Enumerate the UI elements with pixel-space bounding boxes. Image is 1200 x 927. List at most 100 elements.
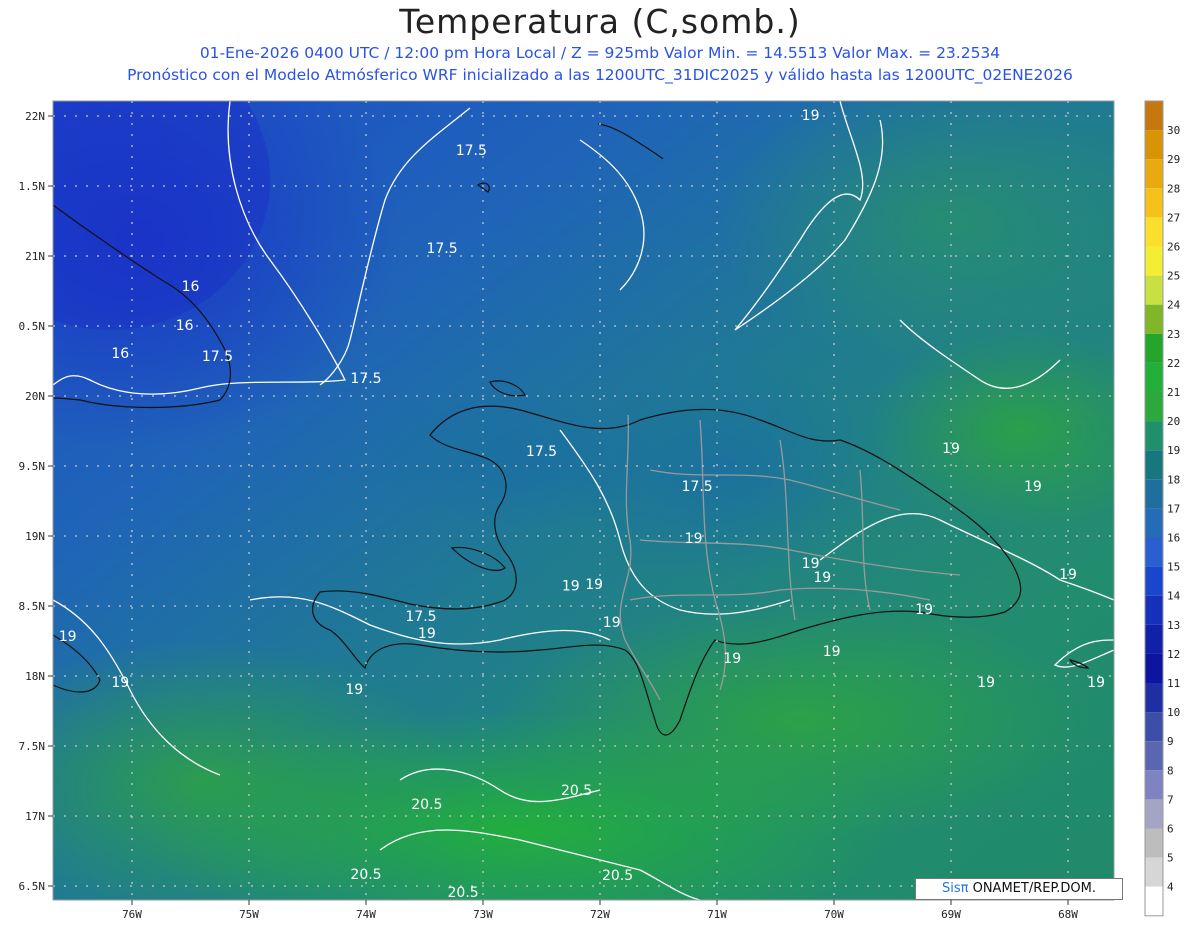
contour-label: 17.5 [426,241,457,257]
contour-label: 16 [176,318,194,334]
contour-label: 16 [182,279,200,295]
colorbar-tick-label: 11 [1167,677,1180,690]
contour-label: 20.5 [411,797,442,813]
lat-tick-label: 22N [25,110,45,123]
lon-tick-label: 75W [239,908,259,921]
colorbar-swatch [1145,537,1163,567]
contour-label: 19 [1024,479,1042,495]
colorbar-tick-label: 20 [1167,415,1180,428]
colorbar-swatch [1145,624,1163,654]
credit-box: Sisπ ONAMET/REP.DOM. [915,878,1123,900]
contour-label: 19 [942,441,960,457]
colorbar-swatch [1145,362,1163,392]
lat-tick-label: 21N [25,250,45,263]
colorbar-swatch [1145,857,1163,887]
lat-tick-label: 6.5N [19,880,46,893]
colorbar-tick-label: 6 [1167,823,1174,836]
colorbar-tick-label: 4 [1167,881,1174,894]
colorbar-swatch [1145,246,1163,276]
colorbar-tick-label: 17 [1167,502,1180,515]
lat-tick-label: 17N [25,810,45,823]
colorbar-swatch [1145,741,1163,771]
contour-label: 20.5 [448,885,479,901]
colorbar-tick-label: 26 [1167,241,1180,254]
colorbar-swatch [1145,421,1163,451]
contour-label: 19 [685,531,703,547]
colorbar-tick-label: 13 [1167,619,1180,632]
colorbar-tick-label: 16 [1167,532,1180,545]
colorbar-tick-label: 23 [1167,328,1180,341]
contour-label: 19 [111,675,129,691]
lon-tick-label: 71W [707,908,727,921]
colorbar-tick-label: 28 [1167,182,1180,195]
colorbar-swatch [1145,304,1163,334]
contour-label: 19 [1059,567,1077,583]
contour-label: 19 [585,577,603,593]
temperature-colorbar: 30 29 28 27 26 25 24 23 22 21 20 19 18 17 16 15 14 13 12 11… [1144,100,1181,917]
colorbar-tick-label: 10 [1167,706,1180,719]
contour-label: 19 [823,644,841,660]
colorbar-swatch [1145,828,1163,858]
lat-tick-label: 7.5N [19,740,46,753]
contour-label: 19 [418,626,436,642]
colorbar-tick-label: 7 [1167,793,1174,806]
contour-label: 19 [977,675,995,691]
colorbar-swatch [1145,159,1163,189]
colorbar-tick-label: 21 [1167,386,1180,399]
longitude-axis: 76W 75W 74W 73W 72W 71W 70W 69W 68W [122,900,1078,921]
contour-label: 19 [723,651,741,667]
colorbar-tick-label: 25 [1167,270,1180,283]
colorbar-tick-label: 14 [1167,590,1181,603]
colorbar-swatch [1145,508,1163,538]
contour-label: 19 [802,108,820,124]
contour-label: 16 [111,346,129,362]
contour-label: 19 [603,615,621,631]
contour-label: 17.5 [405,609,436,625]
contour-label: 17.5 [682,479,713,495]
colorbar-swatch [1145,683,1163,713]
colorbar-swatch [1145,799,1163,829]
contour-label: 17.5 [526,444,557,460]
contour-label: 19 [1087,675,1105,691]
colorbar-tick-label: 15 [1167,561,1180,574]
lon-tick-label: 70W [824,908,844,921]
colorbar-swatch [1145,712,1163,742]
contour-label: 20.5 [350,867,381,883]
colorbar-swatch [1145,333,1163,363]
contour-label: 17.5 [350,371,381,387]
lon-tick-label: 74W [356,908,376,921]
contour-label: 20.5 [561,783,592,799]
contour-label: 17.5 [202,349,233,365]
colorbar-swatch [1145,188,1163,218]
contour-label: 19 [915,602,933,618]
lat-tick-label: 0.5N [19,320,46,333]
lat-tick-label: 18N [25,670,45,683]
colorbar-swatch [1145,566,1163,596]
contour-label: 19 [59,629,77,645]
lat-tick-label: 8.5N [19,600,46,613]
colorbar-swatch [1145,886,1163,916]
credit-text: ONAMET/REP.DOM. [968,881,1096,896]
colorbar-swatch [1145,450,1163,480]
contour-label: 17.5 [456,143,487,159]
lat-tick-label: 20N [25,390,45,403]
lon-tick-label: 76W [122,908,142,921]
colorbar-swatch [1145,101,1163,131]
colorbar-tick-label: 19 [1167,444,1180,457]
colorbar-swatch [1145,275,1163,305]
temperature-map: 17.517.5161616 17.517.517.517.51919191919… [19,100,1181,921]
colorbar-tick-label: 30 [1167,124,1180,137]
lat-tick-label: 1.5N [19,180,46,193]
colorbar-swatch [1145,217,1163,247]
colorbar-swatch [1145,479,1163,509]
colorbar-swatch [1145,770,1163,800]
lon-tick-label: 72W [590,908,610,921]
contour-label: 20.5 [602,868,633,884]
lat-tick-label: 9.5N [19,460,46,473]
colorbar-tick-label: 29 [1167,153,1180,166]
latitude-axis: 22N 1.5N 21N 0.5N 20N 9.5N 19N 8.5N 18N 7.5N 17N 6.… [19,110,53,893]
sispi-logo: Sisπ [942,881,969,896]
colorbar-swatch [1145,595,1163,625]
colorbar-tick-label: 8 [1167,764,1174,777]
colorbar-tick-label: 24 [1167,299,1181,312]
